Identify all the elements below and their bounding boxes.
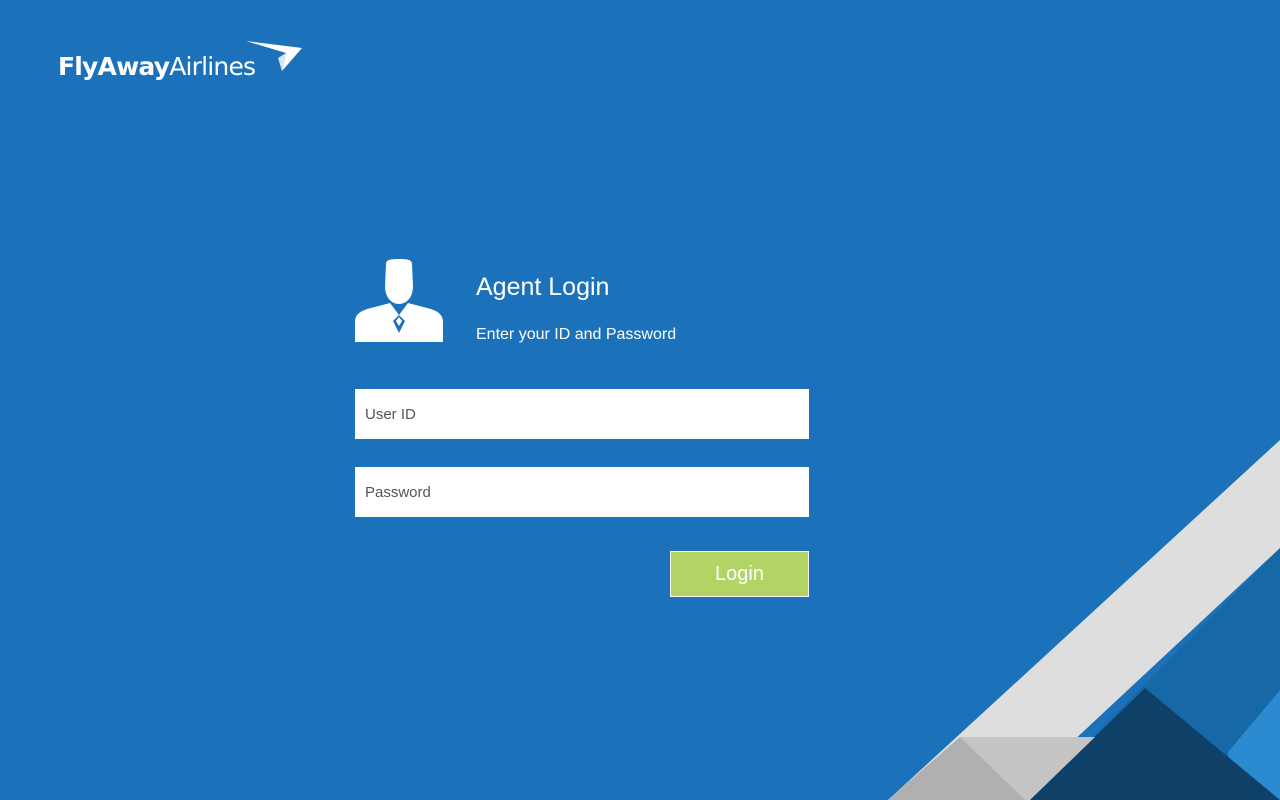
corner-bright-blue-shard	[1228, 690, 1280, 800]
airline-logo: FlyAwayAirlines	[58, 38, 318, 94]
corner-gray-shard	[888, 737, 1095, 800]
corner-dark-gray-shard	[888, 737, 1025, 800]
paper-plane-swoosh-icon	[246, 41, 302, 71]
login-screen: FlyAwayAirlines Agent Login Enter your I…	[0, 0, 1280, 800]
user-id-input[interactable]	[355, 389, 809, 439]
login-title: Agent Login	[476, 273, 610, 301]
agent-person-icon	[355, 259, 443, 342]
password-input[interactable]	[355, 467, 809, 517]
login-subtitle: Enter your ID and Password	[476, 326, 677, 343]
login-panel: Agent Login Enter your ID and Password L…	[355, 258, 809, 598]
airline-wordmark: FlyAwayAirlines	[58, 52, 256, 81]
corner-light-stripe	[888, 440, 1280, 800]
corner-navy-shard	[1030, 688, 1280, 800]
login-button[interactable]: Login	[670, 551, 809, 597]
wordmark-part-fly-away: FlyAway	[58, 52, 170, 81]
corner-blue-field	[1030, 548, 1280, 800]
